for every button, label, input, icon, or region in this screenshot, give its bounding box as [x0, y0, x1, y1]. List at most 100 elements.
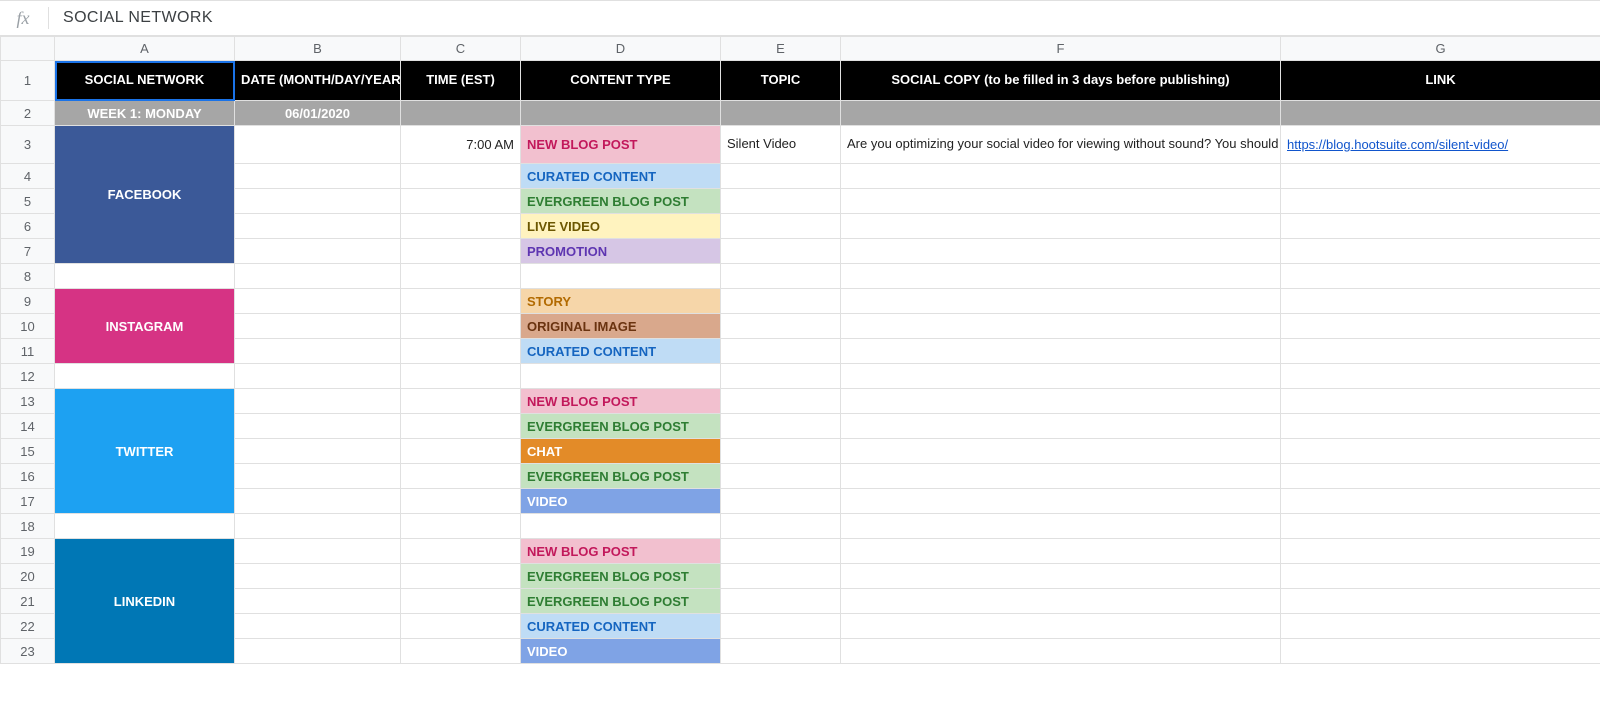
cell-G1[interactable]: LINK — [1281, 61, 1600, 101]
cell-B2[interactable]: 06/01/2020 — [235, 101, 401, 126]
cell-G6[interactable] — [1281, 214, 1600, 239]
cell-A1[interactable]: SOCIAL NETWORK — [55, 61, 235, 101]
row-header[interactable]: 14 — [1, 414, 55, 439]
cell-E14[interactable] — [721, 414, 841, 439]
cell-G10[interactable] — [1281, 314, 1600, 339]
cell-F20[interactable] — [841, 564, 1281, 589]
col-header-D[interactable]: D — [521, 37, 721, 61]
cell-B5[interactable] — [235, 189, 401, 214]
cell-E19[interactable] — [721, 539, 841, 564]
cell-G3[interactable]: https://blog.hootsuite.com/silent-video/ — [1281, 126, 1600, 164]
row-header[interactable]: 10 — [1, 314, 55, 339]
cell-G17[interactable] — [1281, 489, 1600, 514]
cell-F12[interactable] — [841, 364, 1281, 389]
row-header[interactable]: 19 — [1, 539, 55, 564]
row-header[interactable]: 12 — [1, 364, 55, 389]
cell-C13[interactable] — [401, 389, 521, 414]
cell-G23[interactable] — [1281, 639, 1600, 664]
cell-G11[interactable] — [1281, 339, 1600, 364]
row-header[interactable]: 21 — [1, 589, 55, 614]
cell-D3[interactable]: NEW BLOG POST — [521, 126, 721, 164]
cell-E20[interactable] — [721, 564, 841, 589]
cell-A19-linkedin[interactable]: LINKEDIN — [55, 539, 235, 664]
cell-B14[interactable] — [235, 414, 401, 439]
cell-A3-facebook[interactable]: FACEBOOK — [55, 126, 235, 264]
cell-F4[interactable] — [841, 164, 1281, 189]
cell-C11[interactable] — [401, 339, 521, 364]
cell-F17[interactable] — [841, 489, 1281, 514]
cell-F13[interactable] — [841, 389, 1281, 414]
cell-E21[interactable] — [721, 589, 841, 614]
cell-E1[interactable]: TOPIC — [721, 61, 841, 101]
cell-D13[interactable]: NEW BLOG POST — [521, 389, 721, 414]
cell-E12[interactable] — [721, 364, 841, 389]
cell-C6[interactable] — [401, 214, 521, 239]
cell-E18[interactable] — [721, 514, 841, 539]
cell-G15[interactable] — [1281, 439, 1600, 464]
cell-F19[interactable] — [841, 539, 1281, 564]
cell-G13[interactable] — [1281, 389, 1600, 414]
cell-D11[interactable]: CURATED CONTENT — [521, 339, 721, 364]
cell-E15[interactable] — [721, 439, 841, 464]
cell-F18[interactable] — [841, 514, 1281, 539]
cell-F5[interactable] — [841, 189, 1281, 214]
row-header[interactable]: 5 — [1, 189, 55, 214]
cell-G18[interactable] — [1281, 514, 1600, 539]
cell-C20[interactable] — [401, 564, 521, 589]
cell-G4[interactable] — [1281, 164, 1600, 189]
cell-E8[interactable] — [721, 264, 841, 289]
cell-A8[interactable] — [55, 264, 235, 289]
select-all-corner[interactable] — [1, 37, 55, 61]
cell-C3[interactable]: 7:00 AM — [401, 126, 521, 164]
cell-B9[interactable] — [235, 289, 401, 314]
cell-B20[interactable] — [235, 564, 401, 589]
cell-B22[interactable] — [235, 614, 401, 639]
cell-D6[interactable]: LIVE VIDEO — [521, 214, 721, 239]
cell-E9[interactable] — [721, 289, 841, 314]
cell-D10[interactable]: ORIGINAL IMAGE — [521, 314, 721, 339]
cell-F7[interactable] — [841, 239, 1281, 264]
cell-C16[interactable] — [401, 464, 521, 489]
cell-C2[interactable] — [401, 101, 521, 126]
cell-A13-twitter[interactable]: TWITTER — [55, 389, 235, 514]
cell-D14[interactable]: EVERGREEN BLOG POST — [521, 414, 721, 439]
cell-B3[interactable] — [235, 126, 401, 164]
cell-D8[interactable] — [521, 264, 721, 289]
col-header-E[interactable]: E — [721, 37, 841, 61]
cell-B13[interactable] — [235, 389, 401, 414]
cell-B21[interactable] — [235, 589, 401, 614]
cell-B15[interactable] — [235, 439, 401, 464]
cell-F2[interactable] — [841, 101, 1281, 126]
row-header[interactable]: 1 — [1, 61, 55, 101]
cell-C8[interactable] — [401, 264, 521, 289]
cell-B16[interactable] — [235, 464, 401, 489]
cell-C17[interactable] — [401, 489, 521, 514]
cell-C4[interactable] — [401, 164, 521, 189]
col-header-A[interactable]: A — [55, 37, 235, 61]
cell-F6[interactable] — [841, 214, 1281, 239]
cell-G16[interactable] — [1281, 464, 1600, 489]
cell-C1[interactable]: TIME (EST) — [401, 61, 521, 101]
formula-bar-value[interactable]: SOCIAL NETWORK — [59, 9, 1592, 27]
row-header[interactable]: 7 — [1, 239, 55, 264]
cell-E7[interactable] — [721, 239, 841, 264]
row-header[interactable]: 3 — [1, 126, 55, 164]
cell-D20[interactable]: EVERGREEN BLOG POST — [521, 564, 721, 589]
cell-D21[interactable]: EVERGREEN BLOG POST — [521, 589, 721, 614]
row-header[interactable]: 9 — [1, 289, 55, 314]
cell-G21[interactable] — [1281, 589, 1600, 614]
cell-D4[interactable]: CURATED CONTENT — [521, 164, 721, 189]
cell-G19[interactable] — [1281, 539, 1600, 564]
cell-D9[interactable]: STORY — [521, 289, 721, 314]
cell-D12[interactable] — [521, 364, 721, 389]
cell-E3[interactable]: Silent Video — [721, 126, 841, 164]
cell-C14[interactable] — [401, 414, 521, 439]
cell-C19[interactable] — [401, 539, 521, 564]
cell-C5[interactable] — [401, 189, 521, 214]
cell-B4[interactable] — [235, 164, 401, 189]
cell-D16[interactable]: EVERGREEN BLOG POST — [521, 464, 721, 489]
cell-D5[interactable]: EVERGREEN BLOG POST — [521, 189, 721, 214]
cell-C7[interactable] — [401, 239, 521, 264]
cell-E22[interactable] — [721, 614, 841, 639]
cell-C10[interactable] — [401, 314, 521, 339]
